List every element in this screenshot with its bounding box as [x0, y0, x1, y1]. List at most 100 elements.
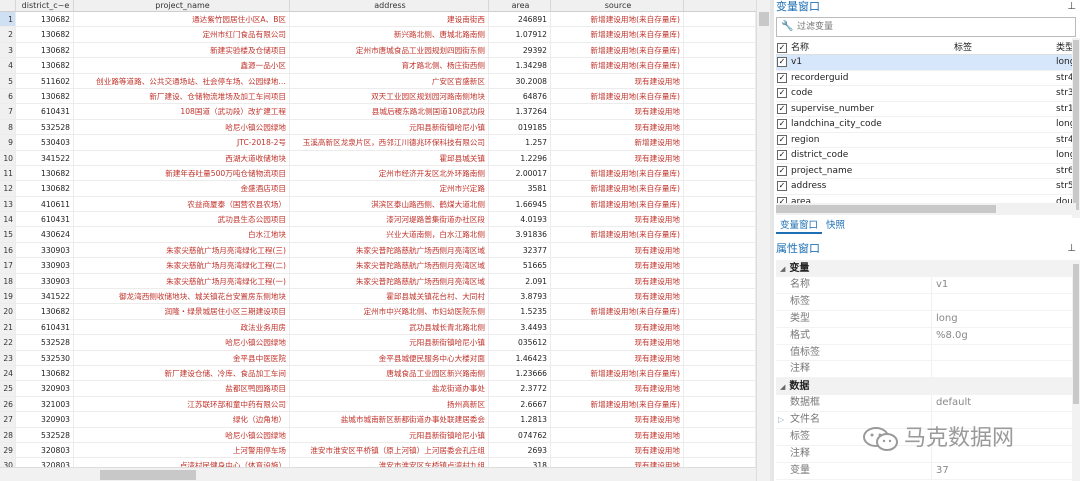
table-cell[interactable]: 现有建设用地: [551, 427, 684, 442]
table-cell[interactable]: 漆河河堤路普集街道办社区段: [290, 212, 489, 227]
collapse-icon[interactable]: ◢: [780, 265, 785, 273]
table-row[interactable]: 17 330903 朱家尖慈航广场月亮湾绿化工程(二) 朱家尖普陀路慈航广场西侧月亮湾…: [0, 258, 756, 274]
table-cell[interactable]: 广安区官盛新区: [290, 73, 489, 88]
row-number[interactable]: 7: [0, 104, 16, 119]
table-cell[interactable]: 130682: [16, 304, 74, 319]
table-cell[interactable]: 哈尼小镇公园绿地: [74, 427, 290, 442]
table-cell[interactable]: 130682: [16, 42, 74, 58]
table-cell[interactable]: 130682: [16, 88, 74, 104]
pin-icon[interactable]: ⊥: [1067, 0, 1076, 14]
table-cell[interactable]: 元阳县新街镇哈尼小镇: [290, 335, 489, 350]
row-number[interactable]: 2: [0, 27, 16, 42]
group-variable[interactable]: ◢ 变量: [776, 260, 1080, 277]
table-cell[interactable]: 淮安市淮安区平桥镇（原上河镇）上河居委会孔庄组: [290, 442, 489, 458]
variable-row[interactable]: ✓ v1 long: [776, 55, 1080, 71]
table-cell[interactable]: 108国道（武功段）改扩建工程: [74, 104, 290, 119]
table-cell[interactable]: 定州市唐城食品工业园规划四园街东侧: [290, 42, 489, 58]
table-cell[interactable]: 新增建设用地(来自存量库): [551, 227, 684, 242]
table-cell[interactable]: 定州市中兴路北侧、市妇幼医院东侧: [290, 304, 489, 319]
table-cell[interactable]: 532528: [16, 427, 74, 442]
row-number[interactable]: 8: [0, 119, 16, 135]
data-grid[interactable]: district_c~e project_name address area s…: [0, 0, 756, 481]
column-header[interactable]: source: [551, 0, 684, 12]
table-cell[interactable]: 2693: [489, 442, 551, 458]
variable-row[interactable]: ✓ region str4: [776, 133, 1080, 148]
property-row[interactable]: 注释: [776, 361, 1080, 379]
table-cell[interactable]: 盐都区鸭园路项目: [74, 381, 290, 396]
table-cell[interactable]: 1.257: [489, 135, 551, 150]
variable-checkbox[interactable]: ✓: [776, 179, 790, 194]
variable-checkbox[interactable]: ✓: [776, 148, 790, 163]
row-number[interactable]: 12: [0, 181, 16, 196]
scroll-thumb[interactable]: [759, 12, 769, 26]
table-row[interactable]: 12 130682 金盛酒店项目 定州市兴定路 3581 新增建设用地(来自存量库): [0, 181, 756, 197]
table-cell[interactable]: 定州市红门食品有限公司: [74, 27, 290, 42]
table-cell[interactable]: 扬州高新区: [290, 396, 489, 412]
row-number[interactable]: 25: [0, 381, 16, 396]
table-cell[interactable]: 330903: [16, 273, 74, 289]
table-cell[interactable]: 上河警用停车场: [74, 442, 290, 458]
table-cell[interactable]: 通达紫竹园居住小区A、B区: [74, 12, 290, 27]
table-cell[interactable]: 1.66945: [489, 196, 551, 212]
name-column-header[interactable]: 名称: [790, 41, 954, 54]
expand-icon[interactable]: ▷: [778, 412, 784, 429]
table-cell[interactable]: 341522: [16, 150, 74, 165]
row-number[interactable]: 3: [0, 42, 16, 58]
table-row[interactable]: 3 130682 新建实验楼及仓储项目 定州市唐城食品工业园规划四园街东侧 29392 新…: [0, 42, 756, 59]
row-number-header[interactable]: [0, 0, 16, 12]
table-cell[interactable]: 532528: [16, 335, 74, 350]
table-cell[interactable]: 现有建设用地: [551, 150, 684, 165]
table-row[interactable]: 7 610431 108国道（武功段）改扩建工程 县城后稷东路北侧国道108武功段 1.…: [0, 104, 756, 120]
row-number[interactable]: 17: [0, 258, 16, 273]
wrench-icon[interactable]: 🔧: [781, 21, 793, 32]
table-cell[interactable]: 玉溪高新区龙泉片区，西邻江川德兆环保科技有限公司: [290, 135, 489, 150]
table-cell[interactable]: 现有建设用地: [551, 273, 684, 289]
row-number[interactable]: 22: [0, 335, 16, 350]
table-row[interactable]: 9 530403 JTC-2018-2号 玉溪高新区龙泉片区，西邻江川德兆环保科技有限…: [0, 135, 756, 151]
row-number[interactable]: 16: [0, 242, 16, 258]
table-cell[interactable]: 新增建设用地(来自存量库): [551, 12, 684, 27]
variables-scrollbar[interactable]: [1072, 38, 1080, 218]
table-row[interactable]: 22 532528 哈尼小镇公园绿地 元阳县新街镇哈尼小镇 035612 现有建设用地: [0, 335, 756, 351]
table-cell[interactable]: 新厂建设仓储、冷库、食品加工车间: [74, 365, 290, 381]
table-row[interactable]: 1 130682 通达紫竹园居住小区A、B区 建设南街西 246891 新增建设用地(来自…: [0, 12, 756, 28]
table-cell[interactable]: 县城后稷东路北侧国道108武功段: [290, 104, 489, 119]
grid-horizontal-scrollbar[interactable]: [0, 467, 756, 481]
scroll-thumb[interactable]: [100, 470, 196, 480]
table-row[interactable]: 27 320903 绿化（边角地） 盐城市城南新区新都街道办事处联建居委会 1.2813…: [0, 412, 756, 428]
table-cell[interactable]: 新增建设用地(来自存量库): [551, 304, 684, 319]
table-row[interactable]: 19 341522 御龙湾西侧收储地块、城关镇花台安置房东侧地块 霍邱县城关镇花台村、…: [0, 289, 756, 305]
property-value[interactable]: default: [932, 395, 1080, 411]
table-cell[interactable]: 新增建设用地(来自存量库): [551, 42, 684, 58]
variable-row[interactable]: ✓ project_name str6: [776, 164, 1080, 179]
scroll-thumb[interactable]: [1073, 264, 1079, 404]
table-row[interactable]: 24 130682 新厂建设仓储、冷库、食品加工车间 唐城食品工业园区新兴路南侧 1.2…: [0, 365, 756, 382]
table-cell[interactable]: 1.2813: [489, 412, 551, 427]
table-cell[interactable]: 现有建设用地: [551, 319, 684, 335]
table-cell[interactable]: 019185: [489, 119, 551, 135]
variable-checkbox[interactable]: ✓: [776, 164, 790, 179]
table-cell[interactable]: 霍邱县城关镇: [290, 150, 489, 165]
table-cell[interactable]: 130682: [16, 165, 74, 181]
table-row[interactable]: 28 532528 哈尼小镇公园绿地 元阳县新街镇哈尼小镇 074762 现有建设用地: [0, 427, 756, 443]
table-cell[interactable]: 定州市经济开发区北外环路南侧: [290, 165, 489, 181]
variable-row[interactable]: ✓ supervise_number str1: [776, 102, 1080, 117]
table-cell[interactable]: 130682: [16, 181, 74, 196]
table-cell[interactable]: 新增建设用地(来自存量库): [551, 27, 684, 42]
variable-row[interactable]: ✓ address str5: [776, 179, 1080, 195]
table-cell[interactable]: 130682: [16, 27, 74, 42]
table-cell[interactable]: 建设南街西: [290, 12, 489, 27]
row-number[interactable]: 29: [0, 442, 16, 458]
select-all-checkbox[interactable]: ✓: [776, 41, 790, 54]
scroll-thumb[interactable]: [1073, 40, 1079, 210]
variable-row[interactable]: ✓ district_code long: [776, 148, 1080, 164]
row-number[interactable]: 15: [0, 227, 16, 242]
table-cell[interactable]: 新厂建设、仓储物流堆场及加工车间项目: [74, 88, 290, 104]
property-row[interactable]: 格式 %8.0g: [776, 327, 1080, 345]
variable-checkbox[interactable]: ✓: [776, 102, 790, 117]
table-cell[interactable]: 330903: [16, 242, 74, 258]
property-value[interactable]: v1: [932, 277, 1080, 293]
column-header[interactable]: district_c~e: [16, 0, 74, 12]
column-header[interactable]: project_name: [74, 0, 290, 12]
table-cell[interactable]: 532530: [16, 350, 74, 365]
